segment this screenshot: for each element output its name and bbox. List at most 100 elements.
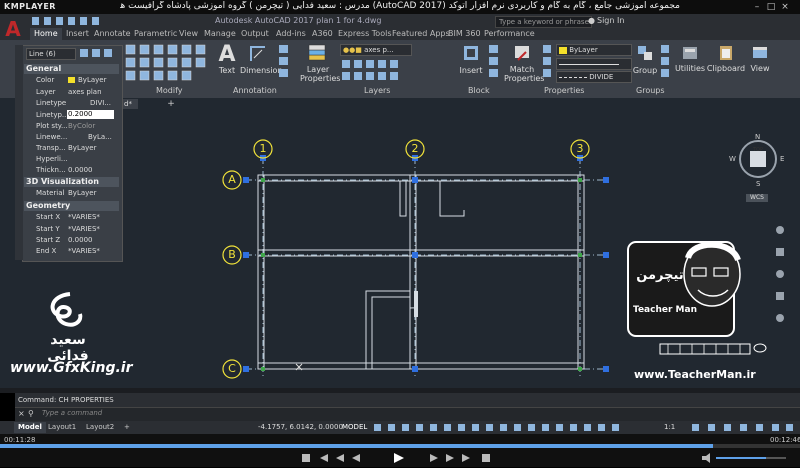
match-properties-button[interactable]: Match Properties: [504, 65, 544, 83]
maximize-icon[interactable]: □: [766, 2, 776, 12]
prop-key-start-y: Start Y: [36, 225, 60, 233]
command-close-icon[interactable]: ×: [18, 409, 25, 418]
clipboard-icon: [716, 44, 736, 62]
tab-express-tools[interactable]: Express Tools: [334, 28, 396, 40]
lineweight-dropdown[interactable]: [556, 58, 632, 70]
prop-val-transparency[interactable]: ByLayer: [68, 144, 96, 152]
layers-panel-label[interactable]: Layers: [364, 86, 390, 95]
tab-output[interactable]: Output: [237, 28, 273, 40]
quick-access-toolbar[interactable]: [30, 16, 210, 26]
viewcube[interactable]: [735, 136, 781, 182]
layer-dropdown[interactable]: ●●■ axes p...: [340, 44, 412, 56]
layout1-tab[interactable]: Layout1: [44, 422, 80, 433]
viewcube-top: TOP: [753, 147, 764, 153]
command-history: Command: CH PROPERTIES: [15, 393, 800, 407]
utilities-button[interactable]: Utilities: [674, 64, 706, 73]
prop-val-linetype-scale[interactable]: 0.2000: [67, 110, 114, 119]
properties-small-tools[interactable]: [542, 44, 552, 80]
model-space-toggle[interactable]: MODEL: [342, 423, 367, 431]
prop-val-start-y[interactable]: *VARIES*: [68, 225, 100, 233]
block-panel-label[interactable]: Block: [468, 86, 490, 95]
sign-in-link[interactable]: Sign In: [597, 16, 624, 25]
prop-val-end-x[interactable]: *VARIES*: [68, 247, 100, 255]
annotation-scale[interactable]: 1:1: [664, 423, 675, 431]
prop-val-lineweight[interactable]: ByLa...: [88, 133, 112, 141]
quick-select-tools[interactable]: [78, 47, 118, 59]
coordinates-readout: -4.1757, 6.0142, 0.0000: [258, 423, 343, 431]
prop-key-start-x: Start X: [36, 213, 61, 221]
insert-block-icon: [462, 43, 480, 63]
prop-val-layer[interactable]: axes plan: [68, 88, 102, 96]
prop-key-thickness: Thickn...: [36, 166, 66, 174]
prop-key-hyperlink: Hyperli...: [36, 155, 68, 163]
user-icon: ●: [588, 16, 595, 25]
prop-val-material[interactable]: ByLayer: [68, 189, 96, 197]
tab-insert[interactable]: Insert: [62, 28, 93, 40]
close-icon[interactable]: ×: [780, 2, 790, 12]
prop-val-linetype[interactable]: DIVI...: [90, 99, 111, 107]
block-small-tools[interactable]: [488, 44, 500, 80]
layout2-tab[interactable]: Layout2: [82, 422, 118, 433]
tab-parametric[interactable]: Parametric: [130, 28, 181, 40]
prop-key-material: Material: [36, 189, 65, 197]
tab-manage[interactable]: Manage: [200, 28, 240, 40]
tab-view[interactable]: View: [175, 28, 202, 40]
insert-button[interactable]: Insert: [458, 66, 484, 75]
modify-panel-label[interactable]: Modify: [156, 86, 183, 95]
color-swatch: [68, 77, 75, 83]
clipboard-button[interactable]: Clipboard: [706, 64, 746, 73]
utilities-icon: [680, 44, 700, 62]
geometry-section-header[interactable]: Geometry: [24, 201, 119, 211]
wcs-menu[interactable]: WCS: [746, 194, 768, 202]
prop-key-end-x: End X: [36, 247, 57, 255]
properties-panel-label[interactable]: Properties: [544, 86, 584, 95]
command-line[interactable]: [15, 407, 800, 422]
prop-val-start-z[interactable]: 0.0000: [68, 236, 93, 244]
command-input[interactable]: Type a command: [42, 409, 102, 417]
search-input[interactable]: Type a keyword or phrase: [495, 16, 592, 28]
add-layout-icon[interactable]: +: [120, 422, 134, 433]
color-dropdown-value: ByLayer: [569, 46, 598, 54]
palette-title-strip[interactable]: [15, 45, 23, 260]
playback-buttons[interactable]: [300, 451, 500, 465]
modify-tools[interactable]: [124, 43, 210, 83]
linetype-dropdown[interactable]: DIVIDE: [556, 71, 632, 83]
prop-val-start-x[interactable]: *VARIES*: [68, 213, 100, 221]
view-button[interactable]: View: [748, 64, 772, 73]
dimension-button[interactable]: Dimension: [240, 66, 283, 75]
status-tray-tools[interactable]: [690, 422, 796, 433]
prop-val-thickness[interactable]: 0.0000: [68, 166, 93, 174]
annotation-panel-label[interactable]: Annotation: [233, 86, 277, 95]
navigation-bar[interactable]: [774, 220, 786, 330]
visualization-section-header[interactable]: 3D Visualization: [24, 177, 119, 187]
teacherman-brand-fa: تیچرمن: [636, 268, 684, 283]
volume-control[interactable]: [700, 452, 790, 464]
selection-dropdown[interactable]: Line (6): [26, 48, 76, 60]
general-section-header[interactable]: General: [24, 64, 119, 74]
status-toggles[interactable]: [372, 422, 662, 433]
group-small-tools[interactable]: [660, 44, 670, 80]
tab-home[interactable]: Home: [30, 28, 62, 40]
prop-key-lineweight: Linewe...: [36, 133, 68, 141]
tab-annotate[interactable]: Annotate: [90, 28, 135, 40]
prop-val-color[interactable]: ByLayer: [78, 76, 106, 84]
text-button[interactable]: Text: [214, 66, 240, 75]
layer-tools[interactable]: [340, 58, 410, 82]
tab-add-ins[interactable]: Add-ins: [272, 28, 310, 40]
command-search-icon[interactable]: ⚲: [28, 409, 34, 418]
tab-bim-360[interactable]: BIM 360: [444, 28, 485, 40]
group-button[interactable]: Group: [632, 66, 658, 75]
model-tab[interactable]: Model: [14, 422, 46, 433]
groups-panel-label[interactable]: Groups: [636, 86, 665, 95]
minimize-icon[interactable]: –: [752, 2, 762, 12]
view-icon: [750, 44, 770, 62]
color-dropdown[interactable]: ByLayer: [556, 44, 632, 56]
tab-performance[interactable]: Performance: [480, 28, 539, 40]
video-title: مجموعه آموزشی جامع ، گام به گام و کاربرد…: [120, 1, 680, 11]
grid-label-b: B: [228, 248, 236, 261]
layer-properties-button[interactable]: Layer Properties: [300, 65, 340, 83]
seek-progress: [0, 444, 713, 448]
annotation-small-tools[interactable]: [278, 44, 290, 80]
grid-label-c: C: [228, 362, 236, 375]
tab-a360[interactable]: A360: [308, 28, 337, 40]
